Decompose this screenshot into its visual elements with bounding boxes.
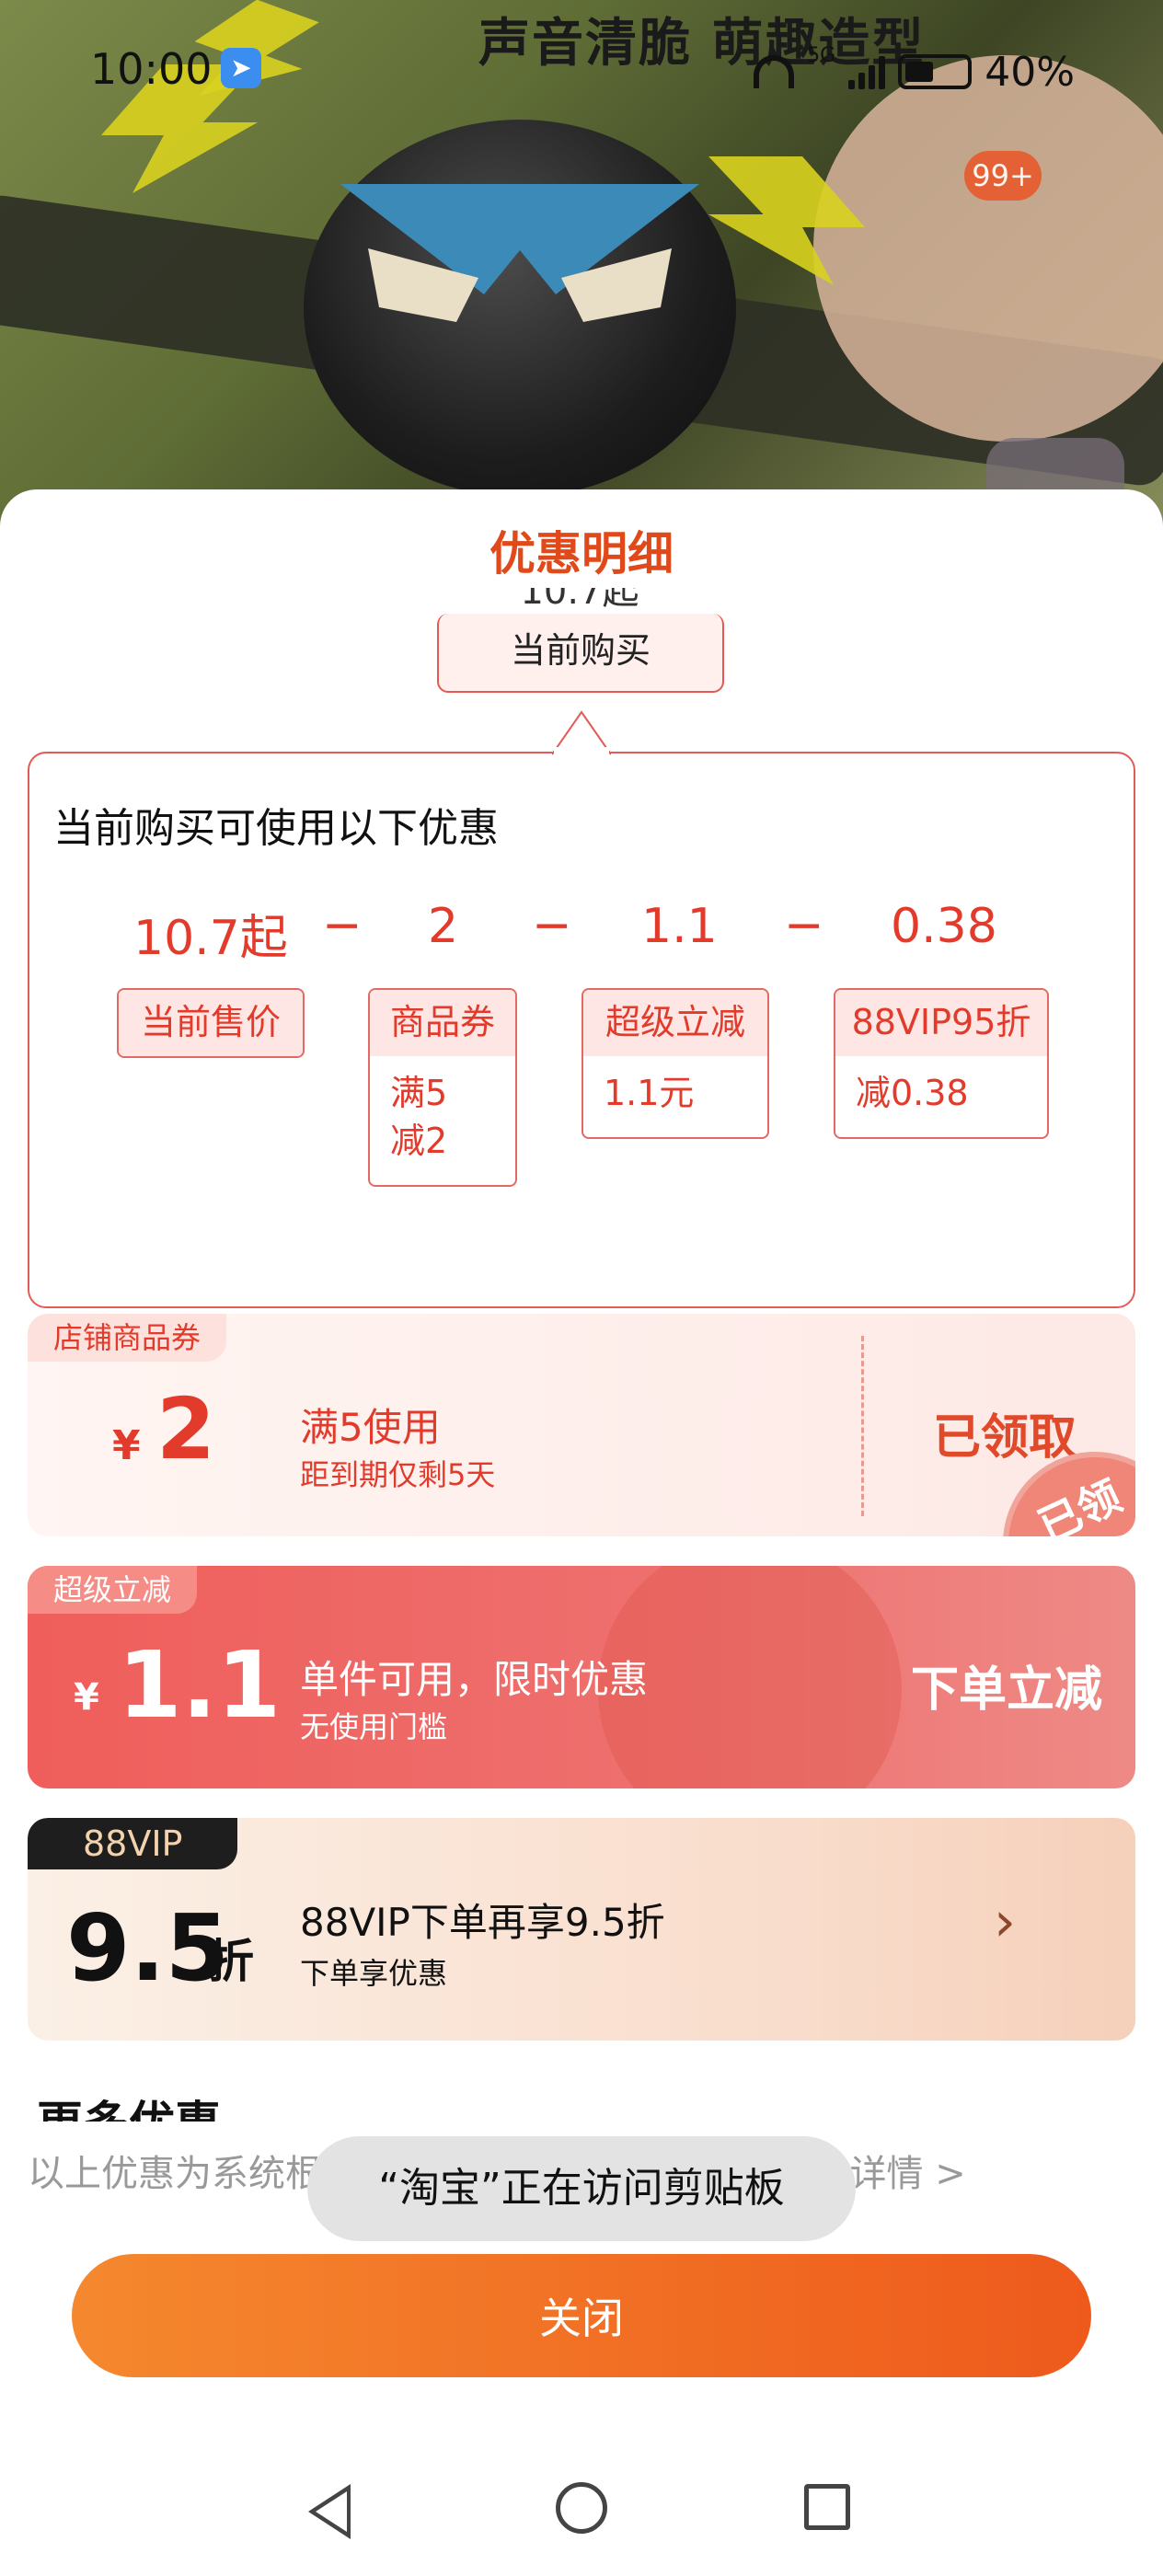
instant-discount-tag: 超级立减 1.1元 — [582, 988, 769, 1139]
breakdown-heading: 当前购买可使用以下优惠 — [53, 805, 499, 852]
coupon-type-label: 超级立减 — [28, 1566, 198, 1614]
current-purchase-tab[interactable]: 10.7起 当前购买 — [437, 588, 724, 693]
sheet-title: 优惠明细 — [489, 527, 674, 581]
clipboard-toast: “淘宝”正在访问剪贴板 — [307, 2136, 856, 2241]
recent-apps-icon[interactable] — [804, 2484, 850, 2530]
discount-amount: 1.1 — [118, 1631, 282, 1739]
battery-icon — [898, 54, 973, 89]
current-purchase-label: 当前购买 — [510, 630, 651, 671]
instant-discount-card[interactable]: 超级立减 ¥ 1.1 单件可用，限时优惠 无使用门槛 下单立减 — [28, 1566, 1135, 1788]
message-badge[interactable]: 99+ — [964, 151, 1042, 201]
notification-app-icon: ➤ — [221, 48, 261, 88]
back-icon[interactable] — [308, 2484, 351, 2539]
discount-note: 无使用门槛 — [300, 1709, 448, 1744]
shop-coupon-card[interactable]: 店铺商品券 ¥ 2 满5使用 距到期仅剩5天 已领取 已领 — [28, 1314, 1135, 1536]
vip-discount-card[interactable]: 88VIP 9.5 折 88VIP下单再享9.5折 下单享优惠 › — [28, 1818, 1135, 2041]
vip-label: 88VIP — [28, 1818, 238, 1869]
coupon-tag: 商品券 满5 减2 — [368, 988, 517, 1187]
current-price-tag: 当前售价 — [117, 988, 305, 1058]
status-time: 10:00 — [90, 44, 213, 94]
close-button[interactable]: 关闭 — [72, 2254, 1091, 2377]
current-price-value: 10.7起 — [133, 911, 288, 966]
coupon-type-label: 店铺商品券 — [28, 1314, 227, 1362]
more-discounts-heading: 更多优惠 — [37, 2094, 405, 2122]
vip-value: 0.38 — [891, 899, 997, 954]
coupon-condition: 满5使用 — [300, 1405, 441, 1450]
divider — [861, 1336, 864, 1516]
claimed-status: 已领取 — [933, 1410, 1077, 1466]
vip-note: 下单享优惠 — [300, 1956, 448, 1991]
minus-sign: − — [532, 898, 572, 953]
network-type: 5G — [807, 44, 836, 67]
system-nav-bar — [0, 2466, 1163, 2558]
home-icon[interactable] — [556, 2482, 607, 2534]
currency-symbol: ¥ — [112, 1422, 141, 1469]
chevron-right-icon[interactable]: › — [994, 1890, 1016, 1954]
minus-sign: − — [784, 898, 824, 953]
vip-condition: 88VIP下单再享9.5折 — [300, 1900, 665, 1945]
instant-value: 1.1 — [641, 899, 718, 954]
coupon-value: 2 — [428, 899, 459, 954]
battery-level: 40% — [985, 48, 1075, 96]
minus-sign: − — [322, 898, 363, 953]
arrow-mask — [554, 747, 609, 758]
currency-symbol: ¥ — [74, 1676, 99, 1719]
clipped-price-text: 10.7起 — [520, 588, 639, 613]
status-bar: 10:00 ➤ 5G 40% — [0, 44, 1163, 109]
coupon-expiry: 距到期仅剩5天 — [300, 1457, 496, 1492]
vip-discount-rate: 9.5 — [66, 1894, 230, 2002]
vip-discount-tag: 88VIP95折 减0.38 — [834, 988, 1049, 1139]
wifi-icon — [754, 55, 795, 88]
discount-unit: 折 — [208, 1935, 254, 1988]
order-discount-action[interactable]: 下单立减 — [911, 1650, 1102, 1719]
coupon-amount: 2 — [156, 1380, 216, 1478]
bell-illustration — [304, 120, 736, 497]
signal-icon — [848, 54, 886, 89]
discount-condition: 单件可用，限时优惠 — [300, 1657, 649, 1702]
